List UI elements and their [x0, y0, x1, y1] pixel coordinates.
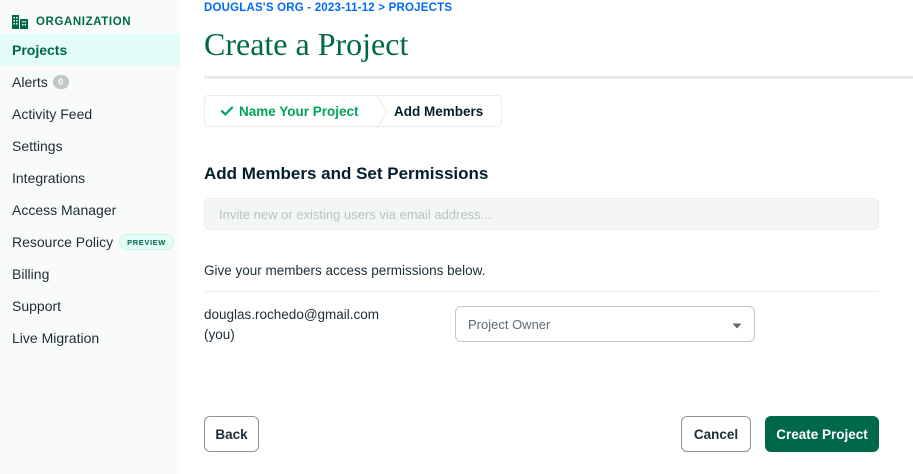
invite-email-input[interactable]	[204, 198, 879, 230]
sidebar-item-label: Projects	[12, 42, 68, 58]
back-button[interactable]: Back	[204, 416, 259, 452]
sidebar-item-label: Activity Feed	[12, 106, 93, 122]
create-project-button[interactable]: Create Project	[765, 416, 879, 452]
alerts-count-badge: 0	[52, 75, 69, 89]
sidebar-item-settings[interactable]: Settings	[0, 130, 180, 162]
org-label: ORGANIZATION	[36, 16, 132, 28]
chevron-right-icon	[376, 95, 388, 129]
sidebar-item-label: Access Manager	[12, 202, 117, 218]
sidebar-item-live-migration[interactable]: Live Migration	[0, 322, 180, 354]
section-title: Add Members and Set Permissions	[204, 164, 489, 183]
sidebar-item-integrations[interactable]: Integrations	[0, 162, 180, 194]
breadcrumb[interactable]: DOUGLAS'S ORG - 2023-11-12 > PROJECTS	[204, 2, 452, 14]
sidebar-item-access-manager[interactable]: Access Manager	[0, 194, 180, 226]
org-header: ORGANIZATION	[0, 0, 180, 34]
sidebar-item-label: Support	[12, 298, 62, 314]
page-title: Create a Project	[204, 26, 409, 62]
sidebar-item-resource-policy[interactable]: Resource Policy PREVIEW	[0, 226, 180, 258]
sidebar-item-label: Integrations	[12, 170, 86, 186]
step-label: Add Members	[394, 103, 484, 119]
sidebar-item-label: Settings	[12, 138, 63, 154]
title-divider	[204, 76, 913, 79]
caret-down-icon	[732, 317, 742, 332]
sidebar-item-label: Alerts	[12, 74, 48, 90]
step-label: Name Your Project	[239, 103, 359, 119]
sidebar-item-billing[interactable]: Billing	[0, 258, 180, 290]
sidebar-item-support[interactable]: Support	[0, 290, 180, 322]
building-icon	[12, 15, 28, 29]
wizard-stepper: Name Your Project Add Members	[204, 95, 502, 129]
sidebar-item-alerts[interactable]: Alerts 0	[0, 66, 180, 98]
sidebar-item-label: Live Migration	[12, 330, 100, 346]
step-name-your-project[interactable]: Name Your Project	[205, 96, 376, 126]
sidebar-item-projects[interactable]: Projects	[0, 34, 180, 66]
permissions-instructions: Give your members access permissions bel…	[204, 263, 486, 278]
cancel-button[interactable]: Cancel	[681, 416, 751, 452]
preview-badge: PREVIEW	[119, 234, 174, 250]
sidebar: ORGANIZATION Projects Alerts 0 Activity …	[0, 0, 180, 474]
permissions-divider	[204, 291, 879, 292]
sidebar-item-activity-feed[interactable]: Activity Feed	[0, 98, 180, 130]
role-select-value: Project Owner	[468, 316, 551, 332]
member-email: douglas.rochedo@gmail.com (you)	[204, 307, 380, 342]
main-content: DOUGLAS'S ORG - 2023-11-12 > PROJECTS Cr…	[204, 0, 913, 474]
role-select[interactable]: Project Owner	[455, 306, 755, 342]
sidebar-item-label: Resource Policy	[12, 234, 114, 250]
check-icon	[220, 104, 234, 119]
step-add-members: Add Members	[388, 96, 483, 126]
sidebar-item-label: Billing	[12, 266, 50, 282]
